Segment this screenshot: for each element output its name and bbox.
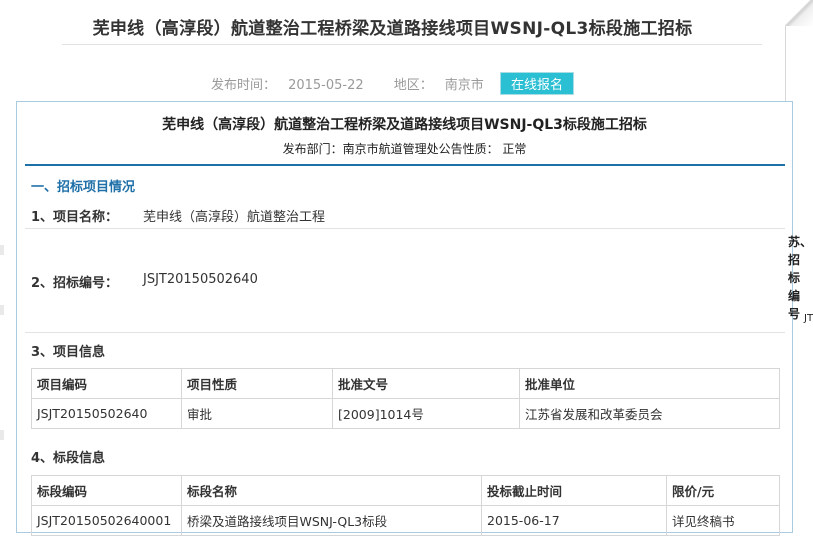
table-cell: [2009]1014号 <box>332 398 520 429</box>
tender-number-label: 2、招标编号： <box>31 276 119 291</box>
table-header-cell: 项目编码 <box>31 368 182 399</box>
region-value: 南京市 <box>444 78 484 93</box>
tender-number-value: JSJT20150502640 <box>143 272 258 287</box>
table-cell: 桥梁及道路接线项目WSNJ-QL3标段 <box>181 505 482 536</box>
table-header-cell: 标段编码 <box>31 475 182 506</box>
table-cell: JSJT20150502640 <box>31 398 182 429</box>
table-row: JSJT20150502640 审批 [2009]1014号 江苏省发展和改革委… <box>31 398 780 429</box>
table-header-cell: 项目性质 <box>181 368 333 399</box>
region-label: 地区： <box>393 78 433 93</box>
project-name-value: 芜申线（高淳段）航道整治工程 <box>143 210 326 225</box>
left-edge-mark <box>0 305 4 315</box>
side-fragment-suffix: JT <box>804 313 813 324</box>
lot-info-table: 标段编码 标段名称 投标截止时间 限价/元 JSJT20150502640001… <box>31 475 780 536</box>
section-tender-info: 一、招标项目情况 <box>31 180 136 195</box>
page-title: 芜申线（高淳段）航道整治工程桥梁及道路接线项目WSNJ-QL3标段施工招标 <box>92 19 693 39</box>
publish-date: 2015-05-22 <box>288 78 364 93</box>
table-header-cell: 批准文号 <box>332 368 520 399</box>
side-fragment-text: 苏、招标编号 <box>788 235 813 321</box>
section-project-info: 3、项目信息 <box>31 345 106 360</box>
notice-panel: 芜申线（高淳段）航道整治工程桥梁及道路接线项目WSNJ-QL3标段施工招标 发布… <box>16 101 793 536</box>
left-edge-mark <box>0 245 4 255</box>
project-info-table: 项目编码 项目性质 批准文号 批准单位 JSJT20150502640 审批 [… <box>31 368 780 429</box>
table-cell: 详见终稿书 <box>666 505 780 536</box>
online-signup-button[interactable]: 在线报名 <box>499 72 574 95</box>
notice-dept-line: 发布部门：南京市航道管理处公告性质： 正常 <box>282 142 527 156</box>
publish-label: 发布时间： <box>211 78 277 93</box>
title-divider <box>62 44 762 45</box>
project-name-label: 1、项目名称： <box>31 210 119 225</box>
section-lot-info: 4、标段信息 <box>31 451 106 466</box>
row-project-name: 1、项目名称： 芜申线（高淳段）航道整治工程 <box>25 199 785 229</box>
table-header-cell: 批准单位 <box>519 368 780 399</box>
meta-line: 发布时间： 2015-05-22 地区： 南京市 在线报名 <box>0 72 785 95</box>
table-cell: 2015-06-17 <box>481 505 667 536</box>
table-header-cell: 投标截止时间 <box>481 475 667 506</box>
table-header-row: 项目编码 项目性质 批准文号 批准单位 <box>31 368 780 399</box>
table-row: JSJT20150502640001 桥梁及道路接线项目WSNJ-QL3标段 2… <box>31 505 780 536</box>
row-tender-number: 2、招标编号： JSJT20150502640 <box>25 228 785 333</box>
table-header-cell: 限价/元 <box>666 475 780 506</box>
table-header-cell: 标段名称 <box>181 475 482 506</box>
table-cell: 审批 <box>181 398 333 429</box>
table-cell: 江苏省发展和改革委员会 <box>519 398 780 429</box>
notice-title: 芜申线（高淳段）航道整治工程桥梁及道路接线项目WSNJ-QL3标段施工招标 <box>162 117 647 133</box>
table-header-row: 标段编码 标段名称 投标截止时间 限价/元 <box>31 475 780 506</box>
table-cell: JSJT20150502640001 <box>31 505 182 536</box>
left-edge-mark <box>0 430 4 440</box>
page-curl-corner <box>785 0 813 26</box>
notice-divider <box>25 164 785 166</box>
